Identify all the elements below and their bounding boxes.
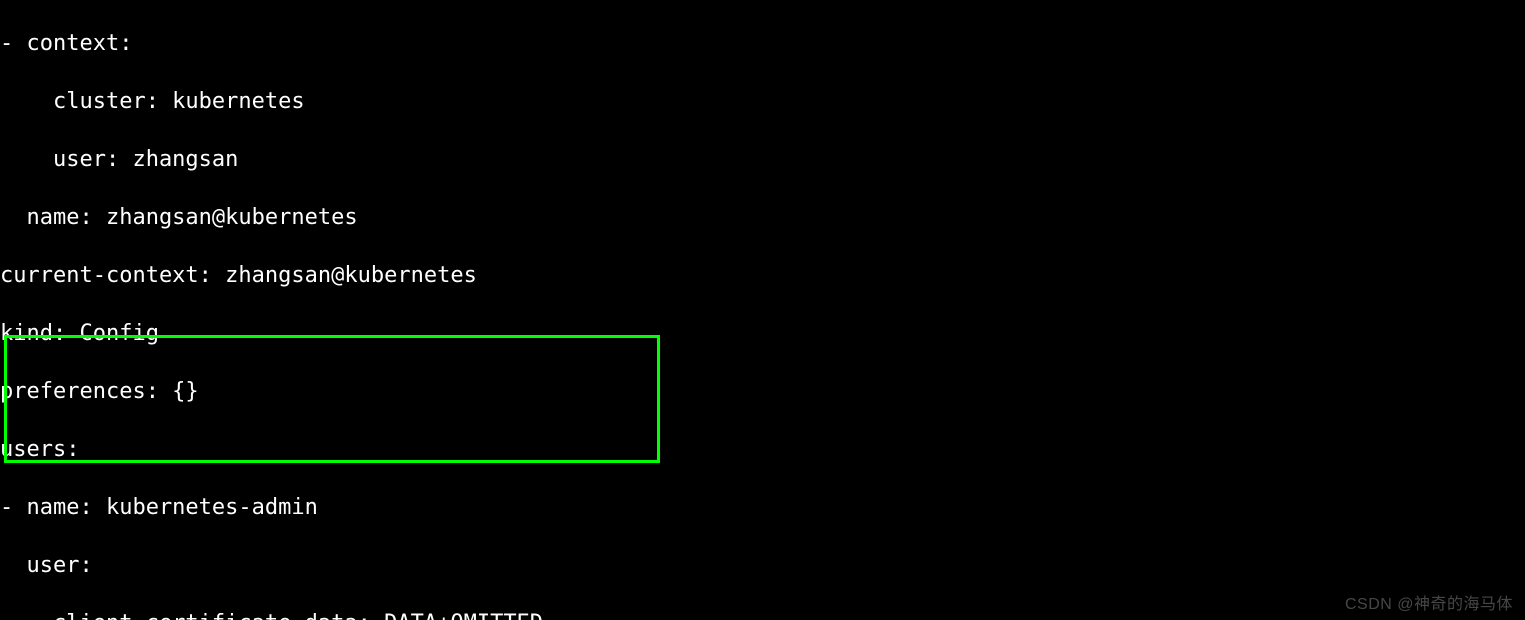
watermark: CSDN @神奇的海马体 — [1345, 590, 1513, 614]
terminal-line: - context: — [0, 29, 1525, 58]
terminal-line: user: — [0, 551, 1525, 580]
terminal-line: name: zhangsan@kubernetes — [0, 203, 1525, 232]
terminal-line: client-certificate-data: DATA+OMITTED — [0, 609, 1525, 620]
terminal-line: preferences: {} — [0, 377, 1525, 406]
terminal-output[interactable]: - context: cluster: kubernetes user: zha… — [0, 0, 1525, 620]
terminal-line: user: zhangsan — [0, 145, 1525, 174]
terminal-line: users: — [0, 435, 1525, 464]
terminal-line: kind: Config — [0, 319, 1525, 348]
terminal-line: - name: kubernetes-admin — [0, 493, 1525, 522]
terminal-line: cluster: kubernetes — [0, 87, 1525, 116]
terminal-line: current-context: zhangsan@kubernetes — [0, 261, 1525, 290]
